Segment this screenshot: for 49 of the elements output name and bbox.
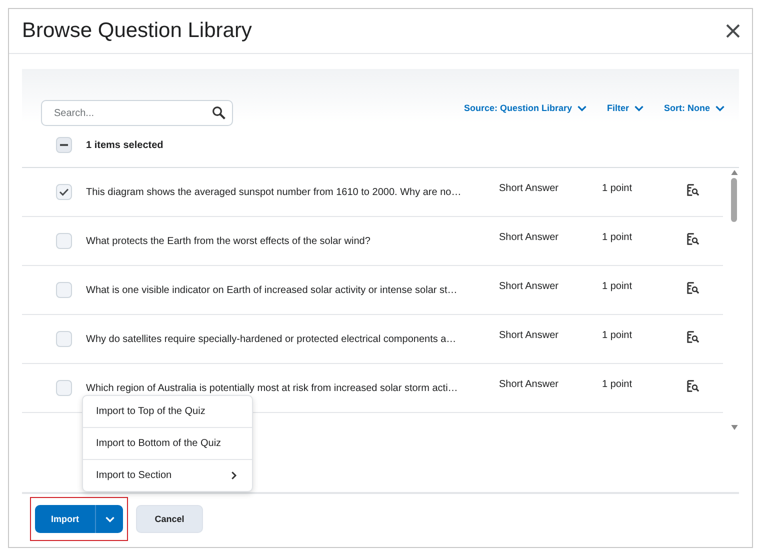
scroll-up-arrow-icon[interactable] bbox=[730, 170, 738, 175]
dropdown-menu[interactable]: Source: Question Library bbox=[464, 103, 587, 113]
question-points: 1 point bbox=[602, 281, 634, 292]
dropdown-menu[interactable]: Filter bbox=[606, 103, 644, 113]
dialog-title: Browse Question Library bbox=[22, 19, 252, 43]
preview-icon[interactable] bbox=[687, 233, 699, 245]
question-points: 1 point bbox=[602, 232, 634, 243]
preview-icon[interactable] bbox=[687, 380, 699, 392]
chevron-down-icon bbox=[576, 104, 587, 112]
menu-item[interactable]: Import to Section bbox=[83, 460, 252, 491]
check-icon bbox=[59, 188, 69, 196]
checkbox[interactable] bbox=[56, 233, 72, 249]
import-dropdown-button[interactable] bbox=[96, 505, 123, 533]
checkbox[interactable] bbox=[56, 184, 72, 200]
question-type: Short Answer bbox=[499, 379, 560, 390]
question-points: 1 point bbox=[602, 330, 634, 341]
checkbox[interactable] bbox=[56, 380, 72, 396]
selection-count: 1 items selected bbox=[86, 140, 164, 150]
question-type: Short Answer bbox=[499, 281, 560, 292]
chevron-down-icon bbox=[715, 104, 725, 112]
question-points: 1 point bbox=[602, 379, 634, 390]
dropdown-menu[interactable]: Sort: None bbox=[664, 103, 725, 113]
question-text: This diagram shows the averaged sunspot number from 1610 to 2000. Why are no… bbox=[86, 186, 462, 198]
checkbox[interactable] bbox=[56, 331, 72, 347]
preview-icon[interactable] bbox=[687, 282, 699, 294]
chevron-down-icon bbox=[104, 516, 114, 522]
question-type: Short Answer bbox=[499, 232, 560, 243]
menu-item[interactable]: Import to Bottom of the Quiz bbox=[83, 428, 252, 460]
question-text: Which region of Australia is potentially most at risk from increased solar storm acti… bbox=[86, 382, 459, 394]
question-text: What is one visible indicator on Earth of increased solar activity or intense solar st… bbox=[86, 284, 458, 296]
close-icon[interactable] bbox=[726, 24, 740, 38]
question-text: Why do satellites require specially-hardened or protected electrical components a… bbox=[86, 334, 458, 344]
question-type: Short Answer bbox=[499, 183, 560, 194]
search-field[interactable]: Search... bbox=[41, 100, 233, 126]
preview-icon[interactable] bbox=[687, 331, 699, 343]
checkbox[interactable] bbox=[56, 282, 72, 298]
scroll-down-arrow-icon[interactable] bbox=[730, 425, 738, 430]
search-icon[interactable] bbox=[212, 106, 226, 120]
chevron-right-icon bbox=[231, 471, 237, 480]
chevron-down-icon bbox=[634, 104, 644, 112]
menu-item[interactable]: Import to Top of the Quiz bbox=[83, 396, 252, 428]
select-all-checkbox[interactable] bbox=[56, 137, 72, 153]
question-text: What protects the Earth from the worst effects of the solar wind? bbox=[86, 236, 372, 246]
scrollbar[interactable] bbox=[729, 168, 739, 432]
import-button[interactable]: Import bbox=[35, 505, 96, 533]
preview-icon[interactable] bbox=[687, 184, 699, 196]
question-type: Short Answer bbox=[499, 330, 560, 341]
cancel-button[interactable]: Cancel bbox=[136, 505, 203, 533]
question-points: 1 point bbox=[602, 183, 634, 194]
